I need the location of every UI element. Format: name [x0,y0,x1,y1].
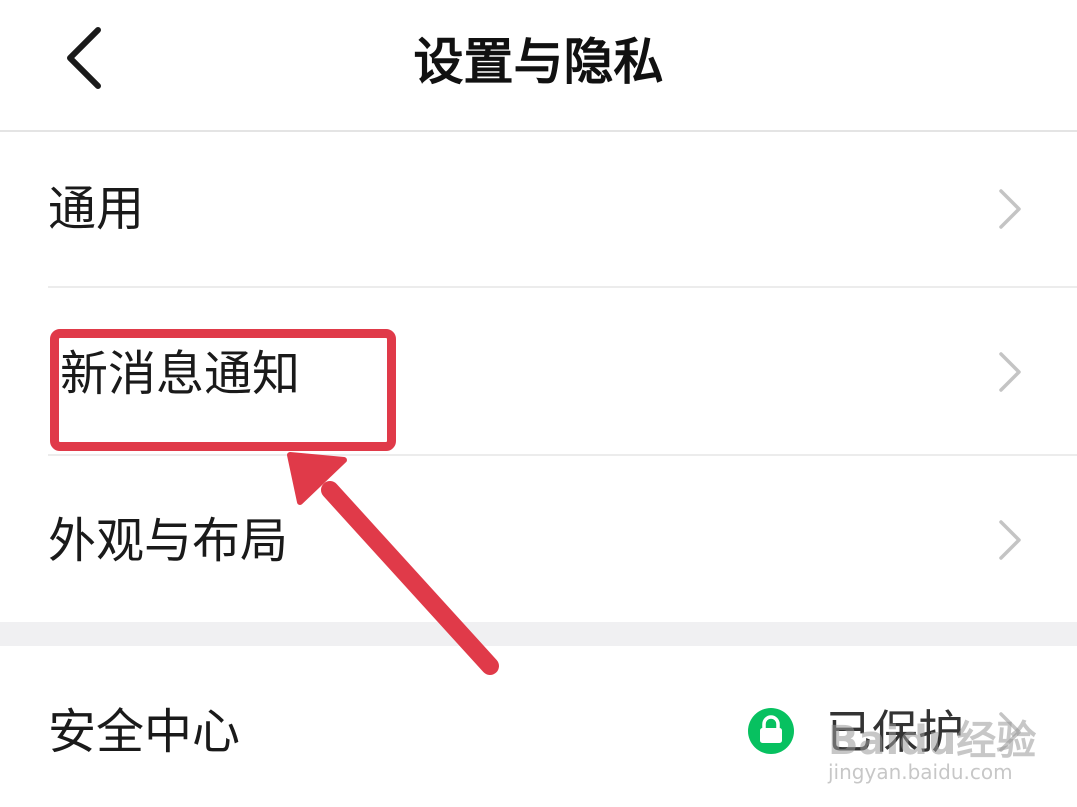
settings-item-label: 安全中心 [48,704,241,760]
settings-item-label: 外观与布局 [48,513,289,569]
security-status-text: 已保护 [826,705,964,759]
settings-item-general[interactable]: 通用 [0,132,1077,286]
chevron-right-icon [995,187,1025,231]
settings-item-appearance[interactable]: 外观与布局 [0,456,1077,622]
chevron-right-icon [995,350,1025,394]
chevron-right-icon [995,710,1025,754]
settings-item-label: 通用 [48,181,145,237]
settings-page: 设置与隐私 通用 新消息通知 外观与布局 安全中心 已保护 Baidu经验 ji… [0,0,1077,807]
page-title: 设置与隐私 [413,33,664,91]
section-separator [0,622,1077,646]
settings-item-security[interactable]: 安全中心 已保护 [0,646,1077,807]
settings-item-label: 新消息通知 [60,346,301,402]
nav-header: 设置与隐私 [0,0,1077,132]
lock-icon [748,708,794,754]
settings-item-notifications[interactable]: 新消息通知 [0,288,1077,454]
chevron-right-icon [995,518,1025,562]
